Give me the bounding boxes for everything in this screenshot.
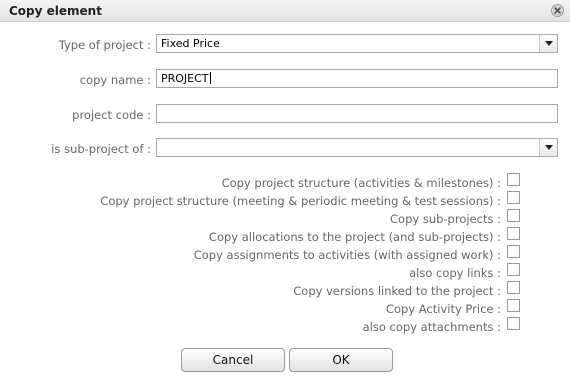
project-code-label: project code :	[72, 108, 151, 122]
option-label: also copy attachments :	[362, 320, 501, 334]
copy-name-label: copy name :	[79, 73, 151, 87]
copy-versions-checkbox[interactable]	[507, 281, 520, 294]
copy-assignments-checkbox[interactable]	[507, 245, 520, 258]
copy-attachments-checkbox[interactable]	[507, 317, 520, 330]
copy-links-checkbox[interactable]	[507, 263, 520, 276]
text-cursor	[209, 72, 211, 84]
type-of-project-label: Type of project :	[58, 38, 151, 52]
option-label: Copy assignments to activities (with ass…	[193, 248, 501, 262]
chevron-down-icon	[545, 145, 553, 150]
cancel-button[interactable]: Cancel	[181, 348, 285, 372]
dialog-title: Copy element	[9, 4, 102, 18]
project-code-input[interactable]	[156, 104, 558, 123]
sub-project-of-label: is sub-project of :	[51, 142, 151, 156]
type-of-project-value: Fixed Price	[161, 37, 220, 50]
option-label: also copy links :	[409, 266, 501, 280]
option-label: Copy sub-projects :	[390, 212, 501, 226]
copy-structure-meetings-checkbox[interactable]	[507, 191, 520, 204]
type-of-project-dropdown-button[interactable]	[539, 35, 557, 52]
sub-project-of-dropdown-button[interactable]	[539, 139, 557, 156]
sub-project-of-select[interactable]	[156, 138, 558, 157]
chevron-down-icon	[545, 41, 553, 46]
option-label: Copy Activity Price :	[385, 302, 501, 316]
type-of-project-select[interactable]: Fixed Price	[156, 34, 558, 53]
copy-activity-price-checkbox[interactable]	[507, 299, 520, 312]
dialog-titlebar: Copy element	[0, 0, 570, 22]
option-label: Copy versions linked to the project :	[293, 284, 501, 298]
copy-structure-activities-checkbox[interactable]	[507, 173, 520, 186]
option-label: Copy allocations to the project (and sub…	[208, 230, 501, 244]
option-label: Copy project structure (activities & mil…	[221, 176, 501, 190]
copy-allocations-checkbox[interactable]	[507, 227, 520, 240]
ok-button[interactable]: OK	[289, 348, 393, 372]
copy-name-input[interactable]: PROJECT	[156, 69, 558, 88]
copy-element-dialog: Copy element Type of project : Fixed Pri…	[0, 0, 570, 382]
copy-sub-projects-checkbox[interactable]	[507, 209, 520, 222]
copy-name-value: PROJECT	[161, 72, 209, 85]
close-icon[interactable]	[551, 4, 564, 17]
option-label: Copy project structure (meeting & period…	[100, 194, 501, 208]
